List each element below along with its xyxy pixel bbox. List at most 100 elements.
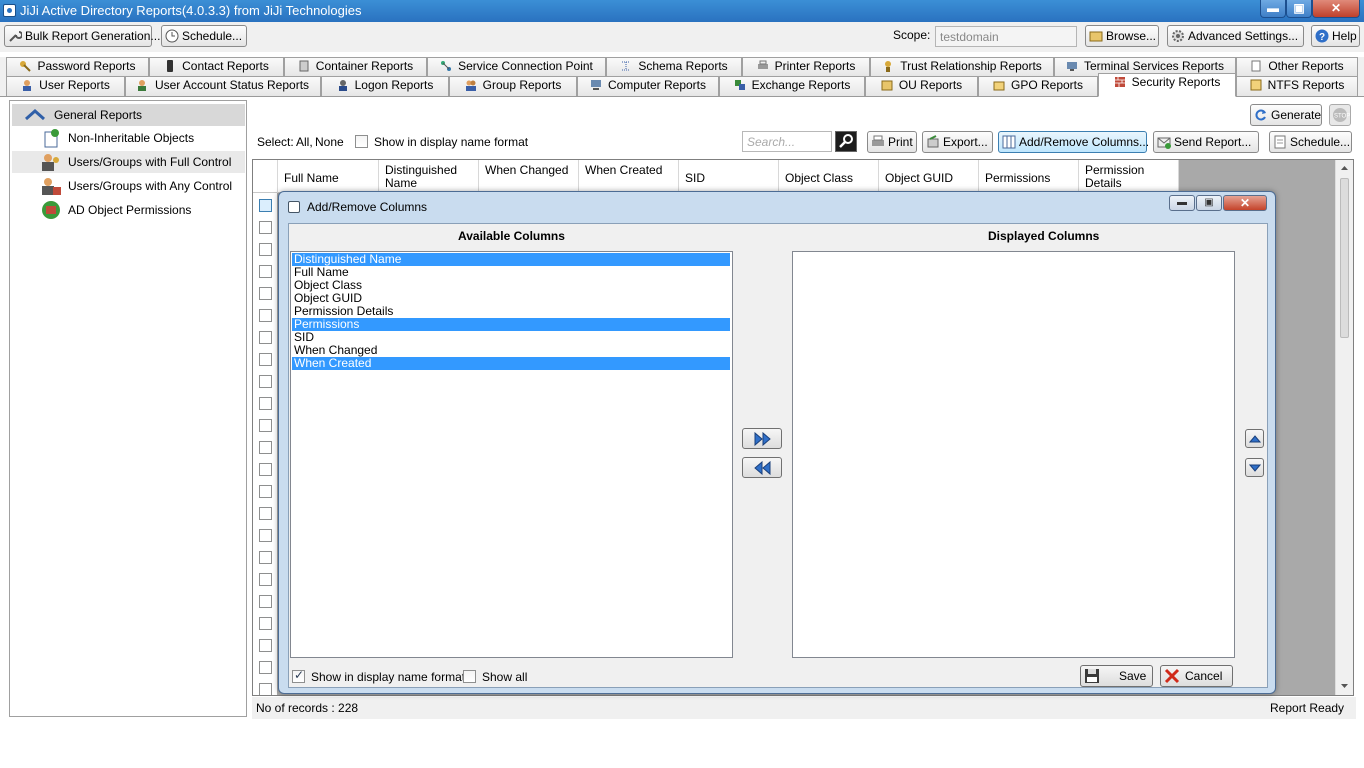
search-input[interactable]: Search...	[742, 131, 832, 152]
tab-contact-reports[interactable]: Contact Reports	[149, 57, 284, 76]
advanced-settings-button[interactable]: Advanced Settings...	[1167, 25, 1304, 47]
tab-logon-reports[interactable]: Logon Reports	[321, 76, 449, 96]
tab-ntfs-reports[interactable]: NTFS Reports	[1236, 76, 1358, 96]
available-item-distinguished-name[interactable]: Distinguished Name	[292, 253, 730, 266]
add-columns-button[interactable]	[742, 428, 782, 449]
tree-item-non-inheritable-objects[interactable]: Non-Inheritable Objects	[12, 127, 245, 149]
tab-container-reports[interactable]: Container Reports	[284, 57, 427, 76]
stop-icon: STOP	[1333, 108, 1350, 122]
generate-button[interactable]: Generate	[1250, 104, 1322, 126]
displayed-columns-list[interactable]	[792, 251, 1235, 658]
column-header-when-changed[interactable]: When Changed	[479, 160, 579, 193]
column-header-when-created[interactable]: When Created	[579, 160, 679, 193]
tab-security-reports[interactable]: Security Reports	[1098, 73, 1236, 97]
row-checkbox[interactable]	[259, 639, 272, 652]
save-button[interactable]: Save	[1080, 665, 1153, 687]
move-down-button[interactable]	[1245, 458, 1264, 477]
add-remove-columns-button[interactable]: Add/Remove Columns...	[998, 131, 1149, 153]
scroll-thumb[interactable]	[1340, 178, 1349, 338]
tab-ou-reports[interactable]: OU Reports	[865, 76, 978, 96]
row-checkbox[interactable]	[259, 661, 272, 674]
row-checkbox[interactable]	[259, 199, 272, 212]
column-header-object-guid[interactable]: Object GUID	[879, 160, 979, 193]
row-checkbox[interactable]	[259, 397, 272, 410]
show-all-checkbox[interactable]	[463, 670, 476, 683]
tab-service-connection-point[interactable]: Service Connection Point	[427, 57, 606, 76]
column-header-distinguished-name[interactable]: Distinguished Name	[379, 160, 479, 193]
available-columns-list[interactable]: Distinguished Name Full Name Object Clas…	[290, 251, 733, 658]
tab-printer-reports[interactable]: Printer Reports	[742, 57, 870, 76]
dialog-close-button[interactable]: ✕	[1223, 195, 1267, 211]
row-checkbox[interactable]	[259, 683, 272, 695]
report-schedule-button[interactable]: Schedule...	[1269, 131, 1352, 153]
minimize-button[interactable]: ▬	[1260, 0, 1286, 18]
logon-icon	[338, 80, 347, 91]
column-header-permission-details[interactable]: Permission Details	[1079, 160, 1179, 193]
browse-button[interactable]: Browse...	[1085, 25, 1159, 47]
dialog-minimize-button[interactable]: ▬	[1169, 195, 1195, 211]
select-all-link[interactable]: All,	[296, 135, 313, 149]
grid-vertical-scrollbar[interactable]	[1335, 160, 1353, 695]
row-checkbox[interactable]	[259, 573, 272, 586]
title-bar: JiJi Active Directory Reports(4.0.3.3) f…	[0, 0, 1364, 22]
dialog-display-name-checkbox[interactable]	[292, 668, 305, 683]
row-checkbox[interactable]	[259, 419, 272, 432]
tab-other-reports[interactable]: Other Reports	[1236, 57, 1358, 76]
row-checkbox[interactable]	[259, 287, 272, 300]
toolbar-schedule-button[interactable]: Schedule...	[161, 25, 247, 47]
tab-group-reports[interactable]: Group Reports	[449, 76, 577, 96]
tab-gpo-reports[interactable]: GPO Reports	[978, 76, 1098, 96]
row-checkbox[interactable]	[259, 353, 272, 366]
send-report-button[interactable]: Send Report...	[1153, 131, 1259, 153]
tab-schema-reports[interactable]: Schema Reports	[606, 57, 742, 76]
row-checkbox[interactable]	[259, 463, 272, 476]
tree-item-ad-object-permissions[interactable]: AD Object Permissions	[12, 199, 245, 221]
move-up-button[interactable]	[1245, 429, 1264, 448]
row-checkbox[interactable]	[259, 617, 272, 630]
tab-exchange-reports[interactable]: Exchange Reports	[719, 76, 865, 96]
cancel-button[interactable]: Cancel	[1160, 665, 1233, 687]
tab-trust-relationship-reports[interactable]: Trust Relationship Reports	[870, 57, 1054, 76]
scope-input[interactable]: testdomain	[935, 26, 1077, 47]
tab-password-reports[interactable]: Password Reports	[6, 57, 149, 76]
dialog-maximize-button[interactable]: ▣	[1196, 195, 1222, 211]
row-checkbox[interactable]	[259, 441, 272, 454]
row-checkbox[interactable]	[259, 551, 272, 564]
row-checkbox[interactable]	[259, 485, 272, 498]
column-header-full-name[interactable]: Full Name	[278, 160, 379, 193]
row-checkbox[interactable]	[259, 375, 272, 388]
tree-group-general-reports[interactable]: General Reports	[12, 104, 245, 126]
row-checkbox[interactable]	[259, 221, 272, 234]
row-checkbox[interactable]	[259, 529, 272, 542]
maximize-button[interactable]: ▣	[1286, 0, 1312, 18]
printer-icon	[872, 135, 884, 146]
select-none-link[interactable]: None	[315, 135, 344, 149]
row-checkbox[interactable]	[259, 309, 272, 322]
send-report-label: Send Report...	[1174, 135, 1252, 149]
tree-item-users-groups-full-control[interactable]: Users/Groups with Full Control	[12, 151, 245, 173]
tab-user-account-status-reports[interactable]: User Account Status Reports	[125, 76, 321, 96]
tree-item-users-groups-any-control[interactable]: Users/Groups with Any Control	[12, 175, 245, 197]
row-checkbox[interactable]	[259, 595, 272, 608]
refresh-icon	[1255, 109, 1266, 121]
display-name-checkbox[interactable]	[355, 135, 368, 148]
column-header-object-class[interactable]: Object Class	[779, 160, 879, 193]
close-button[interactable]: ✕	[1312, 0, 1360, 18]
bulk-report-button[interactable]: Bulk Report Generation...	[4, 25, 160, 47]
row-checkbox[interactable]	[259, 265, 272, 278]
available-item-permissions[interactable]: Permissions	[292, 318, 730, 331]
search-button[interactable]	[835, 131, 857, 152]
tab-computer-reports[interactable]: Computer Reports	[577, 76, 719, 96]
help-button[interactable]: ? Help	[1311, 25, 1360, 47]
tab-user-reports[interactable]: User Reports	[6, 76, 125, 96]
print-button[interactable]: Print	[867, 131, 917, 153]
column-header-sid[interactable]: SID	[679, 160, 779, 193]
remove-columns-button[interactable]	[742, 457, 782, 478]
stop-button[interactable]: STOP	[1329, 104, 1351, 126]
row-checkbox[interactable]	[259, 331, 272, 344]
available-item-when-created[interactable]: When Created	[292, 357, 730, 370]
row-checkbox[interactable]	[259, 243, 272, 256]
export-button[interactable]: Export...	[922, 131, 993, 153]
column-header-permissions[interactable]: Permissions	[979, 160, 1079, 193]
row-checkbox[interactable]	[259, 507, 272, 520]
